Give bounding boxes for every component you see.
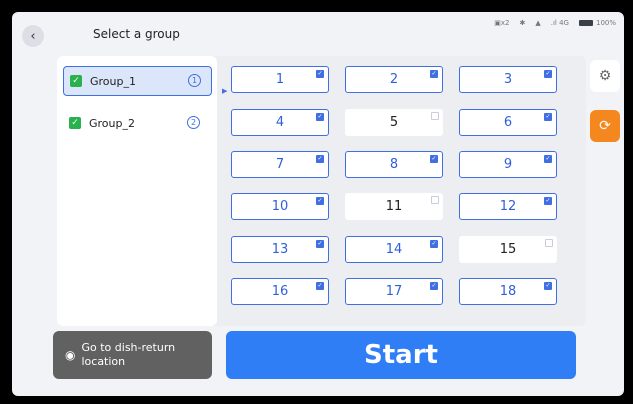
table-label: 4 [275,115,285,130]
table-label: 1 [275,72,285,87]
table-label: 3 [503,72,513,87]
table-label: 9 [503,157,513,172]
table-button-9[interactable]: 9 ✓ [459,151,557,178]
checkbox-checked-icon: ✓ [316,240,324,248]
checkbox-checked-icon: ✓ [544,197,552,205]
table-label: 11 [385,199,403,214]
table-button-16[interactable]: 16 ✓ [231,278,329,305]
cellular-signal: .ıl 4G [550,19,569,27]
dish-return-label: Go to dish-return location [81,341,176,368]
checkbox-checked-icon: ✓ [544,282,552,290]
top-bar: ‹ Select a group ▣x2 ✱ ▲ .ıl 4G 100% [12,12,624,52]
checkbox-checked-icon: ✓ [430,282,438,290]
start-button[interactable]: Start [226,331,576,379]
checkbox-checked-icon: ✓ [430,155,438,163]
group-list: ✓ Group_1 1 ✓ Group_2 2 [57,56,217,326]
screen: ‹ Select a group ▣x2 ✱ ▲ .ıl 4G 100% ✓ G… [12,12,624,396]
checkbox-checked-icon: ✓ [316,113,324,121]
checkbox-unchecked-icon [431,112,439,120]
checkbox-checked-icon: ✓ [316,155,324,163]
selected-group-pointer-icon: ▶ [222,87,228,95]
group-item-1[interactable]: ✓ Group_1 1 [63,66,212,96]
table-label: 10 [271,199,289,214]
table-label: 8 [389,157,399,172]
battery-icon [578,20,593,26]
checkbox-unchecked-icon [545,239,553,247]
checkbox-checked-icon[interactable]: ✓ [70,75,82,87]
table-label: 7 [275,157,285,172]
refresh-icon: ⟳ [599,118,611,134]
table-button-7[interactable]: 7 ✓ [231,151,329,178]
wifi-icon: ▲ [535,19,541,27]
table-button-12[interactable]: 12 ✓ [459,193,557,220]
table-button-2[interactable]: 2 ✓ [345,66,443,93]
table-button-17[interactable]: 17 ✓ [345,278,443,305]
checkbox-checked-icon: ✓ [544,70,552,78]
table-label: 17 [385,284,403,299]
table-label: 14 [385,242,403,257]
robot-count: ▣x2 [494,19,510,27]
checkbox-unchecked-icon [431,196,439,204]
table-label: 18 [499,284,517,299]
table-button-11[interactable]: 11 [345,193,443,220]
bluetooth-icon: ✱ [519,19,526,27]
page-title: Select a group [93,27,180,41]
table-label: 2 [389,72,399,87]
battery-indicator: 100% [578,19,616,27]
checkbox-checked-icon: ✓ [316,282,324,290]
table-label: 6 [503,115,513,130]
checkbox-checked-icon: ✓ [430,240,438,248]
location-pin-icon: ◉ [65,348,76,362]
back-button[interactable]: ‹ [22,25,44,47]
table-button-4[interactable]: 4 ✓ [231,109,329,136]
table-button-8[interactable]: 8 ✓ [345,151,443,178]
table-button-13[interactable]: 13 ✓ [231,236,329,263]
table-button-14[interactable]: 14 ✓ [345,236,443,263]
checkbox-checked-icon: ✓ [544,113,552,121]
table-button-6[interactable]: 6 ✓ [459,109,557,136]
checkbox-checked-icon: ✓ [544,155,552,163]
refresh-button[interactable]: ⟳ [590,110,620,142]
status-bar: ▣x2 ✱ ▲ .ıl 4G 100% [494,19,616,27]
table-button-3[interactable]: 3 ✓ [459,66,557,93]
group-index-badge: 2 [187,116,200,129]
dish-return-button[interactable]: ◉ Go to dish-return location [53,331,212,379]
table-button-18[interactable]: 18 ✓ [459,278,557,305]
selection-panel: ✓ Group_1 1 ✓ Group_2 2 ▶ 1 ✓ 2 ✓ 3 ✓ 4 ✓ 5 6 ✓ 7 ✓ 8… [57,56,616,326]
table-button-5[interactable]: 5 [345,109,443,136]
table-button-15[interactable]: 15 [459,236,557,263]
settings-button[interactable]: ⚙ [590,60,620,92]
checkbox-checked-icon: ✓ [316,70,324,78]
table-label: 13 [271,242,289,257]
group-index-badge: 1 [188,74,201,87]
group-item-2[interactable]: ✓ Group_2 2 [63,109,210,137]
checkbox-checked-icon: ✓ [316,197,324,205]
table-label: 15 [499,242,517,257]
group-label: Group_2 [89,116,135,130]
table-label: 5 [389,115,399,130]
checkbox-checked-icon[interactable]: ✓ [69,117,81,129]
chevron-left-icon: ‹ [30,28,36,44]
table-label: 16 [271,284,289,299]
table-button-1[interactable]: 1 ✓ [231,66,329,93]
table-button-10[interactable]: 10 ✓ [231,193,329,220]
table-label: 12 [499,199,517,214]
gear-icon: ⚙ [598,68,612,84]
group-label: Group_1 [90,74,136,88]
checkbox-checked-icon: ✓ [430,70,438,78]
